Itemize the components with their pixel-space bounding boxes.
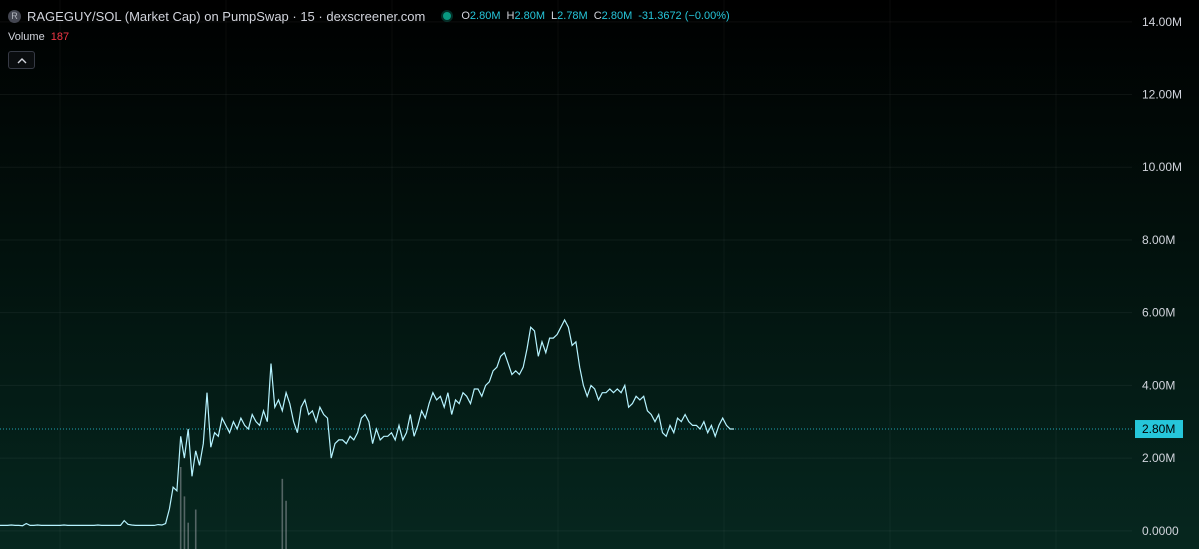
close-label: C xyxy=(593,10,602,22)
ohlc-values: O2.80M H2.80M L2.78M C2.80M -31.3672 (−0… xyxy=(461,10,729,22)
y-tick-label: 8.00M xyxy=(1142,233,1175,247)
last-price-tag: 2.80M xyxy=(1135,420,1183,439)
y-tick-label: 12.00M xyxy=(1142,88,1182,102)
close-value: 2.80M xyxy=(601,10,633,22)
change-value: -31.3672 (−0.00%) xyxy=(638,10,730,22)
collapse-legend-button[interactable] xyxy=(8,51,35,69)
chart-canvas[interactable]: 14.00M 12.00M 10.00M 8.00M 6.00M 4.00M 2.00M 0.… xyxy=(0,0,1199,549)
y-tick-label: 6.00M xyxy=(1142,306,1175,320)
volume-value: 187 xyxy=(50,31,70,43)
volume-bars xyxy=(179,467,287,549)
y-axis[interactable]: 14.00M 12.00M 10.00M 8.00M 6.00M 4.00M 2.00M 0.… xyxy=(1142,15,1182,538)
high-value: 2.80M xyxy=(514,10,546,22)
volume-bar xyxy=(281,478,284,549)
y-tick-label: 10.00M xyxy=(1142,160,1182,174)
chart-grid xyxy=(0,0,1132,549)
y-tick-label: 4.00M xyxy=(1142,378,1175,392)
volume-legend: Volume 187 xyxy=(8,31,69,43)
last-price-tag-label: 2.80M xyxy=(1142,422,1175,436)
volume-bar xyxy=(194,509,197,549)
volume-bar xyxy=(183,496,186,549)
price-series-line xyxy=(0,318,734,527)
chart-title: RAGEGUY/SOL (Market Cap) on PumpSwap · 1… xyxy=(27,8,426,24)
chart-legend: R RAGEGUY/SOL (Market Cap) on PumpSwap ·… xyxy=(8,7,730,25)
volume-bar xyxy=(179,467,182,549)
y-tick-label: 2.00M xyxy=(1142,451,1175,465)
y-tick-label: 0.0000 xyxy=(1142,524,1179,538)
open-value: 2.80M xyxy=(469,10,501,22)
low-value: 2.78M xyxy=(557,10,588,22)
chevron-up-icon xyxy=(17,57,26,63)
open-label: O xyxy=(461,10,470,22)
volume-bar xyxy=(285,500,287,549)
volume-bar xyxy=(187,522,190,549)
volume-label: Volume xyxy=(8,31,45,43)
symbol-logo-icon[interactable]: R xyxy=(8,9,21,23)
market-open-status-icon xyxy=(443,12,452,20)
y-tick-label: 14.00M xyxy=(1142,15,1182,29)
